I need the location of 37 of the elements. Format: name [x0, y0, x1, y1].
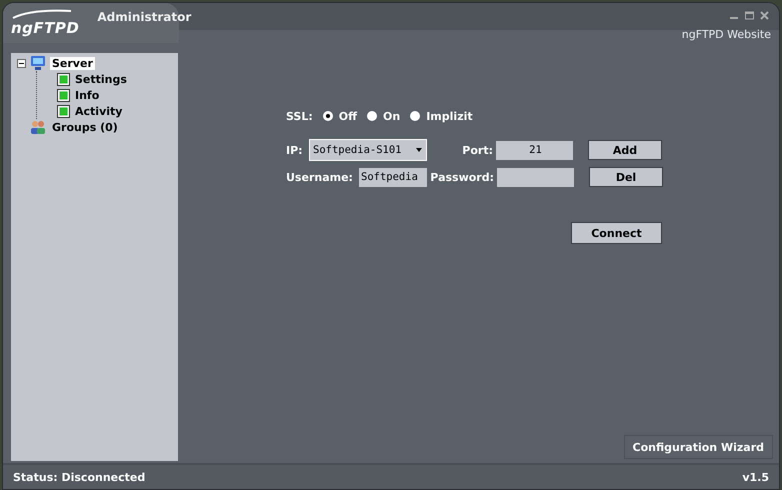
website-link[interactable]: ngFTPD Website: [682, 28, 771, 41]
square-icon: [57, 72, 70, 86]
port-field[interactable]: 21: [496, 140, 573, 160]
logo: ngFTPD: [11, 9, 80, 37]
status-text: Status: Disconnected: [13, 470, 146, 484]
radio-label: Implizit: [426, 110, 473, 122]
radio-button[interactable]: [367, 111, 378, 121]
tree-item[interactable]: Settings: [73, 72, 129, 86]
port-label: Port:: [461, 144, 493, 156]
radio-button[interactable]: [322, 111, 333, 121]
radio-label: Off: [338, 110, 358, 122]
connect-button[interactable]: Connect: [571, 222, 662, 244]
square-icon: [57, 104, 70, 118]
tree-item[interactable]: Groups (0): [50, 120, 120, 134]
radio-label: On: [383, 110, 400, 122]
window-title: Administrator: [97, 10, 192, 24]
radio-button[interactable]: [410, 111, 420, 121]
username-field[interactable]: Softpedia: [359, 168, 427, 186]
ip-label: IP:: [286, 144, 304, 156]
square-icon: [57, 88, 70, 102]
username-label: Username:: [286, 170, 354, 184]
ip-dropdown[interactable]: Softpedia-S101: [309, 139, 427, 161]
version-text: v1.5: [742, 470, 769, 484]
maximize-icon[interactable]: [745, 11, 754, 20]
configuration-wizard-button[interactable]: Configuration Wizard: [624, 435, 773, 459]
add-button[interactable]: Add: [588, 140, 662, 160]
collapse-icon[interactable]: [17, 58, 26, 68]
tree-item[interactable]: Activity: [73, 104, 124, 118]
delete-button[interactable]: Del: [589, 167, 663, 187]
password-label: Password:: [429, 170, 494, 184]
tree-item[interactable]: Server: [50, 56, 95, 70]
password-field[interactable]: [497, 168, 574, 186]
people-icon: [29, 120, 47, 134]
computer-icon: [29, 55, 47, 71]
close-icon[interactable]: [760, 11, 769, 20]
tree-item[interactable]: Info: [73, 88, 102, 102]
ssl-label: SSL:: [286, 110, 313, 122]
